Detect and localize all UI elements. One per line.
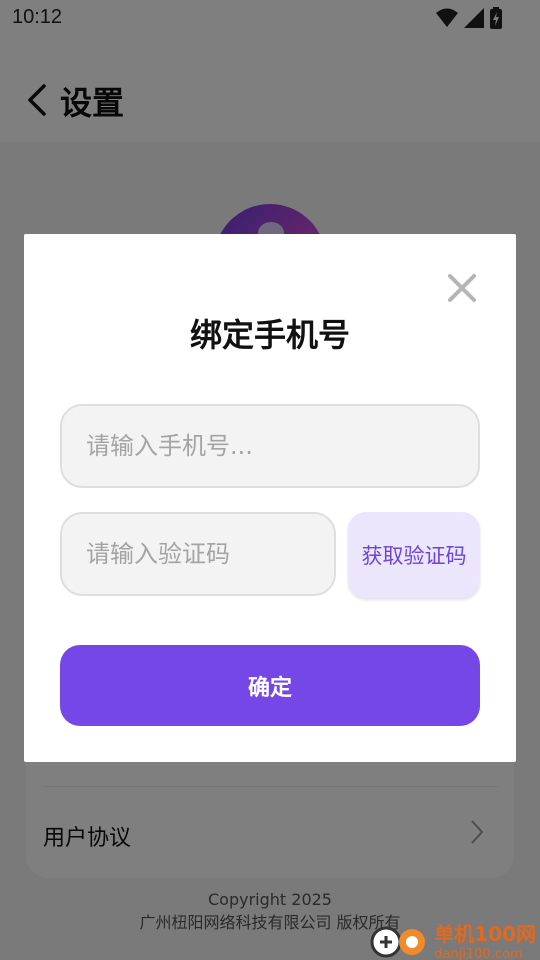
close-icon[interactable] — [446, 272, 478, 304]
bind-phone-dialog: 绑定手机号 获取验证码 确定 — [24, 234, 516, 762]
confirm-button[interactable]: 确定 — [60, 645, 480, 726]
get-code-button[interactable]: 获取验证码 — [348, 512, 480, 598]
watermark-domain: danji100.com — [434, 947, 523, 960]
dialog-title: 绑定手机号 — [189, 316, 350, 354]
watermark-logo-icon — [370, 926, 426, 958]
verification-code-input[interactable] — [60, 512, 336, 596]
watermark: 单机100网 danji100.com — [370, 918, 536, 960]
phone-input[interactable] — [60, 404, 480, 488]
watermark-brand: 单机100网 — [434, 922, 536, 946]
